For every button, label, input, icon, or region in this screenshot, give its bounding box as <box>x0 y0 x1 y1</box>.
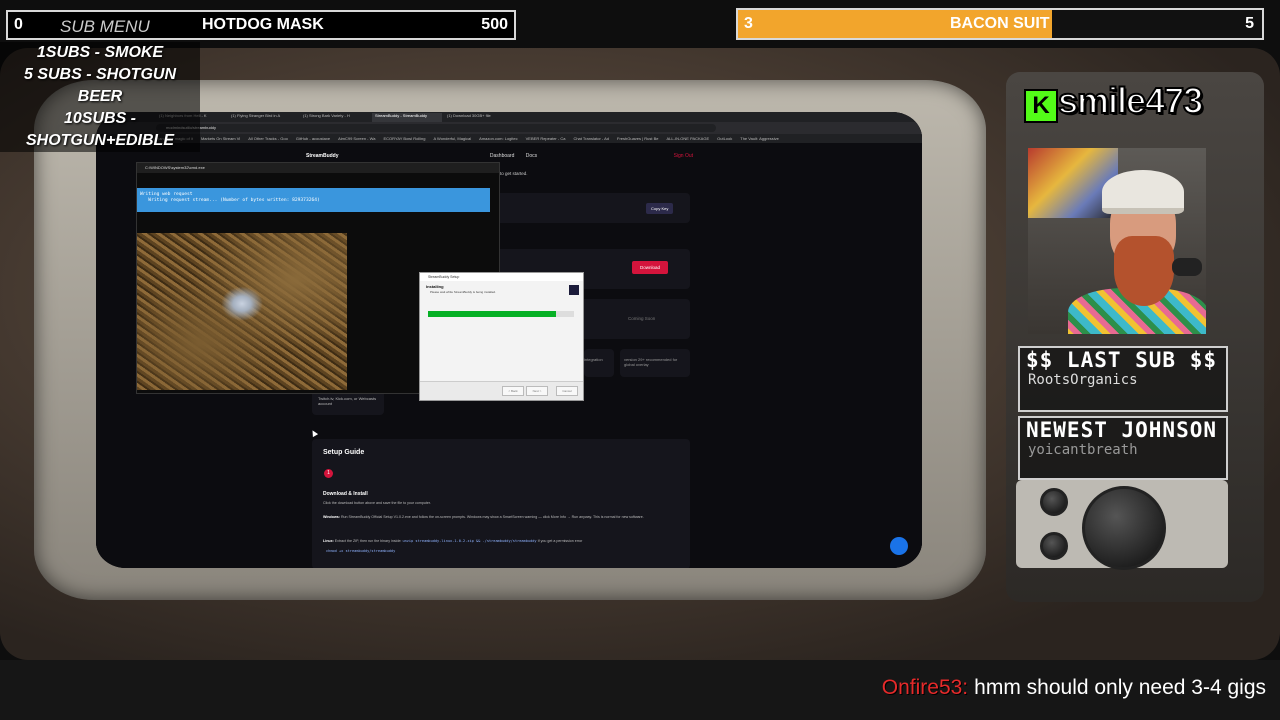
copy-key-button[interactable]: Copy Key <box>646 203 674 214</box>
step-line: Click the download button above and save… <box>323 501 431 505</box>
tv-knob-small-bottom <box>1040 532 1068 560</box>
browser-tab[interactable]: (1) Strong Bark Variety - H <box>300 113 370 122</box>
last-sub-heading: $$ LAST SUB $$ <box>1026 348 1218 372</box>
cancel-button[interactable]: Cancel <box>556 386 578 396</box>
linux-label: Linux: <box>323 539 334 543</box>
bookmark-item[interactable]: All Other Tracks - Goo <box>248 136 288 141</box>
bookmark-item[interactable]: AimC99 Screen - Wa <box>338 136 375 141</box>
bookmark-item[interactable]: FreshGuaves | Rust Be <box>617 136 659 141</box>
chat-message: Onfire53: hmm should only need 3-4 gigs <box>0 676 1266 716</box>
linux-suffix: If you get a permission error <box>537 539 583 543</box>
windows-text: Run StreamBuddy Official Setup V1.0.2.ex… <box>340 515 644 519</box>
goal-target: 5 <box>1245 15 1254 32</box>
chat-username: Onfire53: <box>881 676 969 699</box>
linux-text: Extract the ZIP, then run the binary ins… <box>334 539 402 543</box>
cmd-title: C:\WINDOWS\system32\cmd.exe <box>137 163 499 173</box>
bacon-suit-goal-bar: 3 BACON SUIT 5 <box>736 8 1264 40</box>
goal-current: 0 <box>14 16 23 33</box>
step-number-badge: 1 <box>324 469 333 478</box>
installer-heading: Installing <box>426 284 444 289</box>
sub-menu-item: 10SUBS - SHOTGUN+EDIBLE <box>25 110 174 149</box>
browser-tab-strip: (1) Neighbors from Hell - K (1) Flying S… <box>96 112 922 122</box>
installer-title: StreamBuddy Setup <box>420 273 583 281</box>
nav-dashboard-link[interactable]: Dashboard <box>490 153 514 159</box>
installer-subtitle: Please wait while StreamBuddy is being i… <box>430 290 496 294</box>
bookmark-item[interactable]: Markets On Stream Vi <box>201 136 240 141</box>
linux-instructions: Linux: Extract the ZIP, then run the bin… <box>323 539 582 543</box>
bookmark-item[interactable]: Chat Translator - Ad <box>573 136 609 141</box>
windows-instructions: Windows: Run StreamBuddy Official Setup … <box>323 515 673 520</box>
nav-docs-link[interactable]: Docs <box>526 153 537 159</box>
sub-menu-list: 1SUBS - SMOKE 5 SUBS - SHOTGUN BEER 10SU… <box>0 42 200 152</box>
bookmark-item[interactable]: Amazon.com: Logitec <box>479 136 517 141</box>
browser-window: (1) Neighbors from Hell - K (1) Flying S… <box>96 112 922 568</box>
bookmark-item[interactable]: The Vault: Aggressive <box>740 136 779 141</box>
chat-text: hmm should only need 3-4 gigs <box>974 676 1266 699</box>
installer-progress-bar <box>428 311 574 317</box>
step-heading: Download & Install <box>323 491 368 497</box>
platform-text: Twitch.tv, Kick.com, or Webcasts account <box>318 396 377 406</box>
installer-dialog[interactable]: StreamBuddy Setup Installing Please wait… <box>419 272 584 401</box>
goal-title: HOTDOG MASK <box>202 16 324 33</box>
webcam-beard <box>1114 236 1174 306</box>
setup-guide-title: Setup Guide <box>323 449 365 456</box>
webcam-feed <box>1028 148 1206 334</box>
cmd-line-2: Writing request stream... (Number of byt… <box>140 198 320 203</box>
intro-text: to get started. <box>500 171 528 176</box>
goal-current: 3 <box>744 15 753 32</box>
newest-name: yoicantbreath <box>1028 442 1138 458</box>
address-bar: modmindsutilo/streambuddy <box>96 122 922 134</box>
download-button[interactable]: Download <box>632 261 669 274</box>
bookmark-item[interactable]: A Wonderful, Magical <box>433 136 471 141</box>
newest-heading: NEWEST JOHNSON <box>1026 418 1218 442</box>
site-brand[interactable]: StreamBuddy <box>306 153 339 159</box>
goal-target: 500 <box>481 16 508 33</box>
bookmark-item[interactable]: ECORYAY Bowl Rolling <box>383 136 425 141</box>
newest-johnson-box: NEWEST JOHNSON yoicantbreath <box>1018 416 1228 480</box>
streamer-username: smile473 <box>1057 79 1204 122</box>
sub-menu-item: 1SUBS - SMOKE <box>36 44 164 61</box>
coming-soon-button: Coming Soon <box>628 316 656 321</box>
browser-tab[interactable]: (1) Download 30GB+ file <box>444 113 514 122</box>
sub-menu-heading: SUB MENU <box>60 17 150 36</box>
goal-title: BACON SUIT <box>950 15 1050 32</box>
chat-bubble-icon[interactable] <box>890 537 908 555</box>
linux-command[interactable]: unzip streambuddy-linux-1.0.2.zip && ./s… <box>402 539 536 543</box>
installer-logo-icon <box>569 285 579 295</box>
bookmarks-bar: Creator Dashboard - KVegan 7 the magic o… <box>96 134 922 143</box>
kick-logo-icon: K <box>1024 89 1058 123</box>
webcam-headset <box>1172 258 1202 276</box>
next-button[interactable]: Next > <box>526 386 548 396</box>
tv-knob-small-top <box>1040 488 1068 516</box>
bookmark-item[interactable]: OutLook <box>717 136 732 141</box>
site-nav: StreamBuddy Dashboard Docs Sign Out <box>306 153 693 159</box>
spec-integration: integration <box>584 357 603 362</box>
bookmark-item[interactable]: GitHub - acoustaxe <box>296 136 330 141</box>
last-sub-name: RootsOrganics <box>1028 372 1138 388</box>
chmod-command[interactable]: chmod +x streambuddy/streambuddy <box>326 549 395 553</box>
windows-label: Windows: <box>323 515 340 519</box>
sub-menu-item: 5 SUBS - SHOTGUN BEER <box>23 66 176 105</box>
webcam-cap <box>1102 170 1184 214</box>
url-input[interactable]: modmindsutilo/streambuddy <box>156 124 716 132</box>
bookmark-item[interactable]: VEBER Repeater - Ca <box>526 136 566 141</box>
spec-card <box>584 349 614 377</box>
last-sub-box: $$ LAST SUB $$ RootsOrganics <box>1018 346 1228 412</box>
tv-screen: (1) Neighbors from Hell - K (1) Flying S… <box>96 112 922 568</box>
browser-tab[interactable]: (1) Flying Stranger Bird in A <box>228 113 298 122</box>
back-button[interactable]: < Back <box>502 386 524 396</box>
video-preview-image <box>137 233 347 390</box>
installer-progress-fill <box>428 311 557 317</box>
browser-tab-active[interactable]: StreamBuddy - StreamBuddy <box>372 113 442 122</box>
sign-out-link[interactable]: Sign Out <box>674 153 693 159</box>
installer-footer: < Back Next > Cancel <box>420 381 583 400</box>
cmd-progress-banner: Writing web request Writing request stre… <box>137 188 490 212</box>
spec-browser: version 29+ recommended for global overl… <box>624 357 678 367</box>
bookmark-item[interactable]: ALL-IN-ONE PACKAGE <box>667 136 710 141</box>
tv-knob-large <box>1082 486 1166 570</box>
